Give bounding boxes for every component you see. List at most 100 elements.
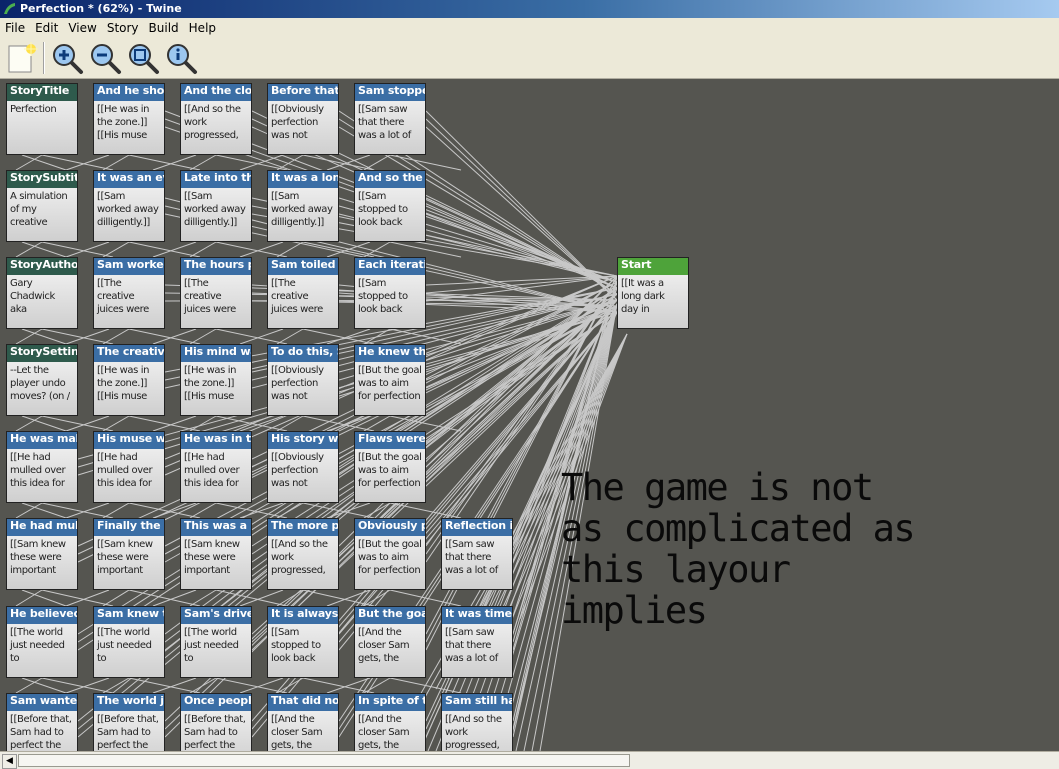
passage-card[interactable]: He was in the [[He had mulled over this i…: [180, 431, 252, 503]
passage-card[interactable]: His story wou [[Obviously perfection was …: [267, 431, 339, 503]
passage-card[interactable]: But the goal [[And the closer Sam gets, t…: [354, 606, 426, 678]
passage-card[interactable]: Sam's drive c [[The world just needed to: [180, 606, 252, 678]
passage-title: He was in the: [181, 432, 251, 449]
passage-title: And so the w: [355, 171, 425, 188]
passage-title: Reflection is: [442, 519, 512, 536]
passage-excerpt: --Let the player undo moves? (on /: [10, 365, 70, 402]
passage-title: In spite of tha: [355, 694, 425, 711]
passage-title: He knew that: [355, 345, 425, 362]
passage-link-line: [389, 677, 462, 694]
passage-title: It was a long: [268, 171, 338, 188]
window-title: Perfection * (62%) - Twine: [20, 2, 182, 15]
passage-card[interactable]: It was an eve [[Sam worked away dilligent…: [93, 170, 165, 242]
passage-excerpt: [[Sam stopped to look back: [358, 191, 408, 228]
passage-card[interactable]: Flaws were ir [[But the goal was to aim f…: [354, 431, 426, 503]
passage-card[interactable]: That did not [[And the closer Sam gets, t…: [267, 693, 339, 751]
passage-card[interactable]: This was a pr [[Sam knew these were impor…: [180, 518, 252, 590]
passage-card[interactable]: StoryTitle Perfection: [6, 83, 78, 155]
passage-excerpt: [[The world just needed to: [184, 627, 239, 664]
passage-card[interactable]: Each iteratio [[Sam stopped to look back: [354, 257, 426, 329]
passage-excerpt: [[Sam worked away dilligently.]]: [97, 191, 159, 228]
passage-title: This was a pr: [181, 519, 251, 536]
passage-title: The creative j: [94, 345, 164, 362]
passage-link-line: [363, 328, 391, 345]
new-passage-icon[interactable]: [4, 41, 38, 75]
story-map-canvas[interactable]: StoryTitle Perfection And he show [[He was …: [0, 79, 1059, 751]
menu-edit[interactable]: Edit: [30, 18, 63, 38]
menu-view[interactable]: View: [63, 18, 101, 38]
passage-card[interactable]: And so the w [[Sam stopped to look back: [354, 170, 426, 242]
passage-card[interactable]: Sam still had [[And so the work progresse…: [441, 693, 513, 751]
passage-excerpt: A simulation of my creative: [10, 191, 68, 228]
passage-card[interactable]: Sam worked [[The creative juices were: [93, 257, 165, 329]
passage-title: The hours pa: [181, 258, 251, 275]
passage-card[interactable]: Finally the th [[Sam knew these were impo…: [93, 518, 165, 590]
passage-excerpt: [[And the closer Sam gets, the: [271, 714, 323, 751]
passage-title: That did not: [268, 694, 338, 711]
passage-card[interactable]: He believed i [[The world just needed to: [6, 606, 78, 678]
passage-excerpt: [[Sam saw that there was a lot of: [445, 539, 498, 576]
passage-start[interactable]: Start [[It was a long dark day in: [617, 257, 689, 329]
menu-story[interactable]: Story: [102, 18, 144, 38]
passage-excerpt: [[And the closer Sam gets, the: [358, 714, 410, 751]
passage-excerpt: [[The creative juices were: [184, 278, 236, 315]
passage-card[interactable]: His muse was [[He had mulled over this id…: [93, 431, 165, 503]
passage-card[interactable]: The more per [[And so the work progressed…: [267, 518, 339, 590]
passage-card[interactable]: Sam wanted [[Before that, Sam had to perf…: [6, 693, 78, 751]
zoom-fit-icon[interactable]: [126, 41, 160, 75]
toolbar-separator: [43, 42, 45, 74]
passage-card[interactable]: He knew that [[But the goal was to aim fo…: [354, 344, 426, 416]
passage-excerpt: [[And so the work progressed,: [184, 104, 241, 141]
passage-card[interactable]: The world jus [[Before that, Sam had to p…: [93, 693, 165, 751]
passage-excerpt: [[And the closer Sam gets, the: [358, 627, 410, 664]
passage-link-line: [189, 328, 217, 345]
passage-card[interactable]: Sam toiled o [[The creative juices were: [267, 257, 339, 329]
passage-title: He believed i: [7, 607, 77, 624]
menu-bar: File Edit View Story Build Help: [0, 18, 1059, 38]
scroll-left-arrow-icon[interactable]: ◀: [2, 754, 17, 769]
twine-app-icon: [4, 3, 15, 14]
passage-card[interactable]: And the clos [[And so the work progressed…: [180, 83, 252, 155]
passage-card[interactable]: StoryAuthor Gary Chadwick aka: [6, 257, 78, 329]
passage-card[interactable]: The hours pa [[The creative juices were: [180, 257, 252, 329]
passage-card[interactable]: Sam stopped [[Sam saw that there was a lo…: [354, 83, 426, 155]
passage-title: Before that, S: [268, 84, 338, 101]
passage-card[interactable]: Before that, S [[Obviously perfection was…: [267, 83, 339, 155]
passage-link-line: [425, 110, 618, 301]
zoom-in-icon[interactable]: [50, 41, 84, 75]
passage-card[interactable]: Late into the [[Sam worked away dilligent…: [180, 170, 252, 242]
info-icon[interactable]: [164, 41, 198, 75]
passage-card[interactable]: And he show [[He was in the zone.]] [[His…: [93, 83, 165, 155]
passage-title: And the clos: [181, 84, 251, 101]
passage-card[interactable]: It is always in [[Sam stopped to look bac…: [267, 606, 339, 678]
menu-build[interactable]: Build: [144, 18, 184, 38]
passage-card[interactable]: It was time to [[Sam saw that there was a…: [441, 606, 513, 678]
scrollbar-thumb[interactable]: [18, 754, 630, 767]
passage-title: And he show: [94, 84, 164, 101]
menu-file[interactable]: File: [0, 18, 30, 38]
passage-card[interactable]: StorySubtitle A simulation of my creative: [6, 170, 78, 242]
passage-excerpt: [[And so the work progressed,: [271, 539, 328, 576]
passage-link-line: [425, 197, 618, 289]
passage-card[interactable]: Obviously pe [[But the goal was to aim fo…: [354, 518, 426, 590]
passage-card[interactable]: It was a long [[Sam worked away dilligent…: [267, 170, 339, 242]
zoom-out-icon[interactable]: [88, 41, 122, 75]
passage-card[interactable]: He had mulle [[Sam knew these were import…: [6, 518, 78, 590]
passage-excerpt: [[But the goal was to aim for perfection: [358, 365, 422, 402]
passage-card[interactable]: His mind was [[He was in the zone.]] [[Hi…: [180, 344, 252, 416]
passage-title: Once people: [181, 694, 251, 711]
passage-card[interactable]: He was makir [[He had mulled over this id…: [6, 431, 78, 503]
passage-excerpt: [[He was in the zone.]] [[His muse: [97, 365, 150, 402]
menu-help[interactable]: Help: [184, 18, 221, 38]
passage-card[interactable]: StorySettings --Let the player undo moves…: [6, 344, 78, 416]
passage-excerpt: [[Sam saw that there was a lot of: [445, 627, 498, 664]
passage-link-line: [102, 241, 130, 258]
passage-card[interactable]: Once people [[Before that, Sam had to per…: [180, 693, 252, 751]
passage-card[interactable]: Reflection is [[Sam saw that there was a …: [441, 518, 513, 590]
passage-card[interactable]: The creative j [[He was in the zone.]] [[…: [93, 344, 165, 416]
passage-title: StorySettings: [7, 345, 77, 362]
passage-card[interactable]: In spite of tha [[And the closer Sam gets…: [354, 693, 426, 751]
horizontal-scrollbar[interactable]: ◀: [0, 751, 1059, 769]
passage-card[interactable]: Sam knew th [[The world just needed to: [93, 606, 165, 678]
passage-card[interactable]: To do this, Sa [[Obviously perfection was…: [267, 344, 339, 416]
